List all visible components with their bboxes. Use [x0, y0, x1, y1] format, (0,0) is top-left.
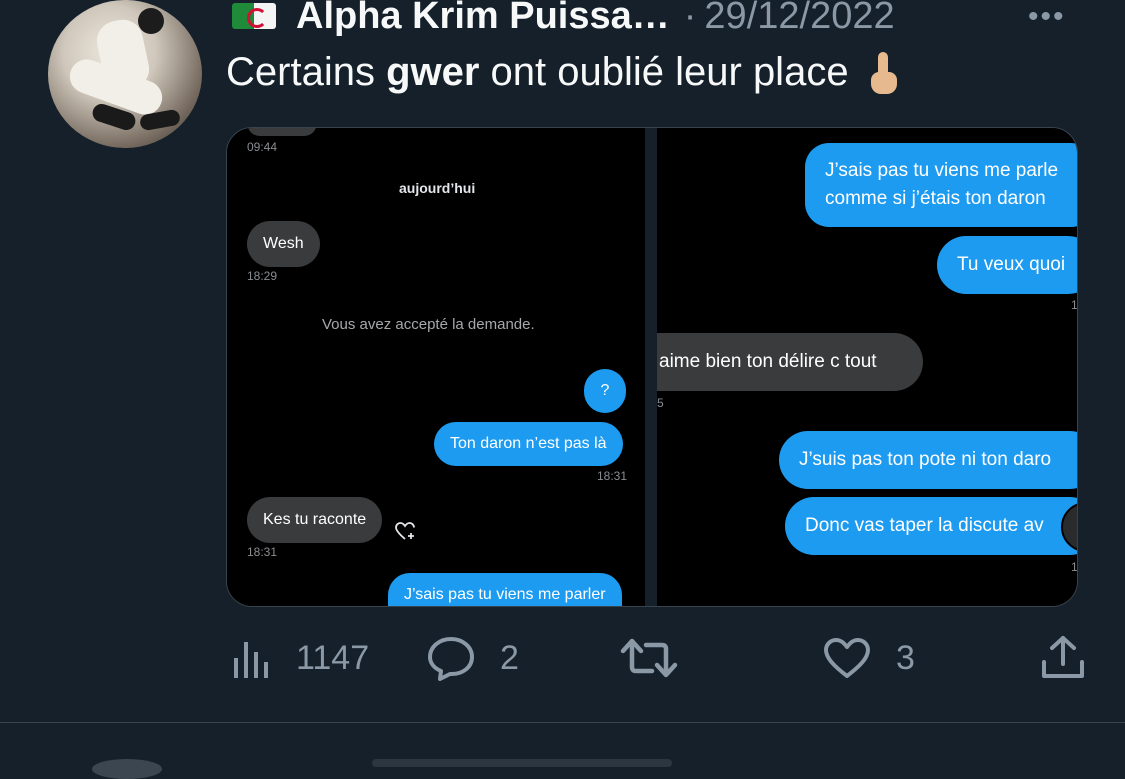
outgoing-message-bubble: Tu veux quoi — [937, 236, 1077, 294]
replies-count: 2 — [500, 638, 519, 677]
likes-count: 3 — [896, 638, 915, 677]
date-separator: · — [683, 0, 697, 37]
system-message: Vous avez accepté la demande. — [322, 316, 535, 333]
tweet-text-bold: gwer — [386, 50, 480, 94]
reply-action[interactable]: 2 — [426, 628, 519, 688]
outgoing-message-bubble: J’sais pas tu viens me parler — [388, 573, 622, 606]
cropped-incoming-bubble — [247, 128, 317, 136]
image-divider — [645, 128, 657, 606]
message-time: 09:44 — [247, 140, 278, 154]
day-separator: aujourd’hui — [399, 180, 476, 196]
message-time: 18:31 — [597, 469, 628, 483]
more-options-icon[interactable]: ••• — [1028, 0, 1066, 34]
message-time-fragment: 1 — [1071, 560, 1077, 574]
algeria-flag-icon — [232, 3, 276, 29]
tweet-text-start: Certains — [226, 50, 387, 94]
share-action[interactable] — [1040, 628, 1086, 688]
incoming-message-bubble: Wesh — [247, 221, 320, 267]
outgoing-message-bubble: ? — [584, 369, 626, 413]
tweet-actions: 1147 2 3 — [0, 628, 1125, 688]
message-line: J’sais pas tu viens me parle — [825, 160, 1059, 181]
author-avatar[interactable] — [48, 0, 202, 148]
chat-screenshot-left[interactable]: 09:44 aujourd’hui Wesh 18:29 Vous avez a… — [227, 128, 645, 606]
tweet-text: Certains gwer ont oublié leur place — [226, 50, 897, 95]
author-name[interactable]: Alpha Krim Puissa… — [296, 0, 670, 38]
incoming-message-bubble: aime bien ton délire c tout — [657, 333, 923, 391]
tweet-header: Alpha Krim Puissa… · 29/12/2022 — [232, 0, 895, 42]
message-time-fragment: 5 — [657, 396, 664, 410]
message-line: comme si j’étais ton daron — [825, 188, 1046, 209]
views-action[interactable]: 1147 — [232, 628, 369, 688]
react-heart-icon[interactable] — [393, 519, 417, 543]
next-tweet-peek — [0, 723, 1125, 779]
message-time-fragment: 1 — [1071, 298, 1077, 312]
heart-icon — [824, 638, 870, 678]
message-time: 18:29 — [247, 269, 278, 283]
outgoing-message-bubble: Donc vas taper la discute av — [785, 497, 1077, 555]
outgoing-message-bubble: Ton daron n’est pas là — [434, 422, 623, 466]
outgoing-message-bubble: J’sais pas tu viens me parle comme si j’… — [805, 143, 1077, 227]
retweet-icon — [620, 638, 678, 678]
outgoing-message-bubble: J’suis pas ton pote ni ton daro — [779, 431, 1077, 489]
views-count: 1147 — [296, 638, 370, 677]
tweet-text-end: ont oublié leur place — [479, 50, 849, 94]
incoming-message-bubble: Kes tu raconte — [247, 497, 383, 543]
tweet-media[interactable]: 09:44 aujourd’hui Wesh 18:29 Vous avez a… — [226, 127, 1078, 607]
chat-screenshot-right[interactable]: J’sais pas tu viens me parle comme si j’… — [657, 128, 1077, 606]
share-icon — [1042, 636, 1084, 678]
reply-bubble-icon — [428, 637, 474, 681]
views-chart-icon — [234, 642, 268, 678]
like-action[interactable]: 3 — [822, 628, 915, 688]
tweet-date[interactable]: 29/12/2022 — [704, 0, 894, 38]
middle-finger-emoji-icon — [867, 52, 897, 95]
message-time: 18:31 — [247, 545, 278, 559]
retweet-action[interactable] — [620, 628, 678, 688]
